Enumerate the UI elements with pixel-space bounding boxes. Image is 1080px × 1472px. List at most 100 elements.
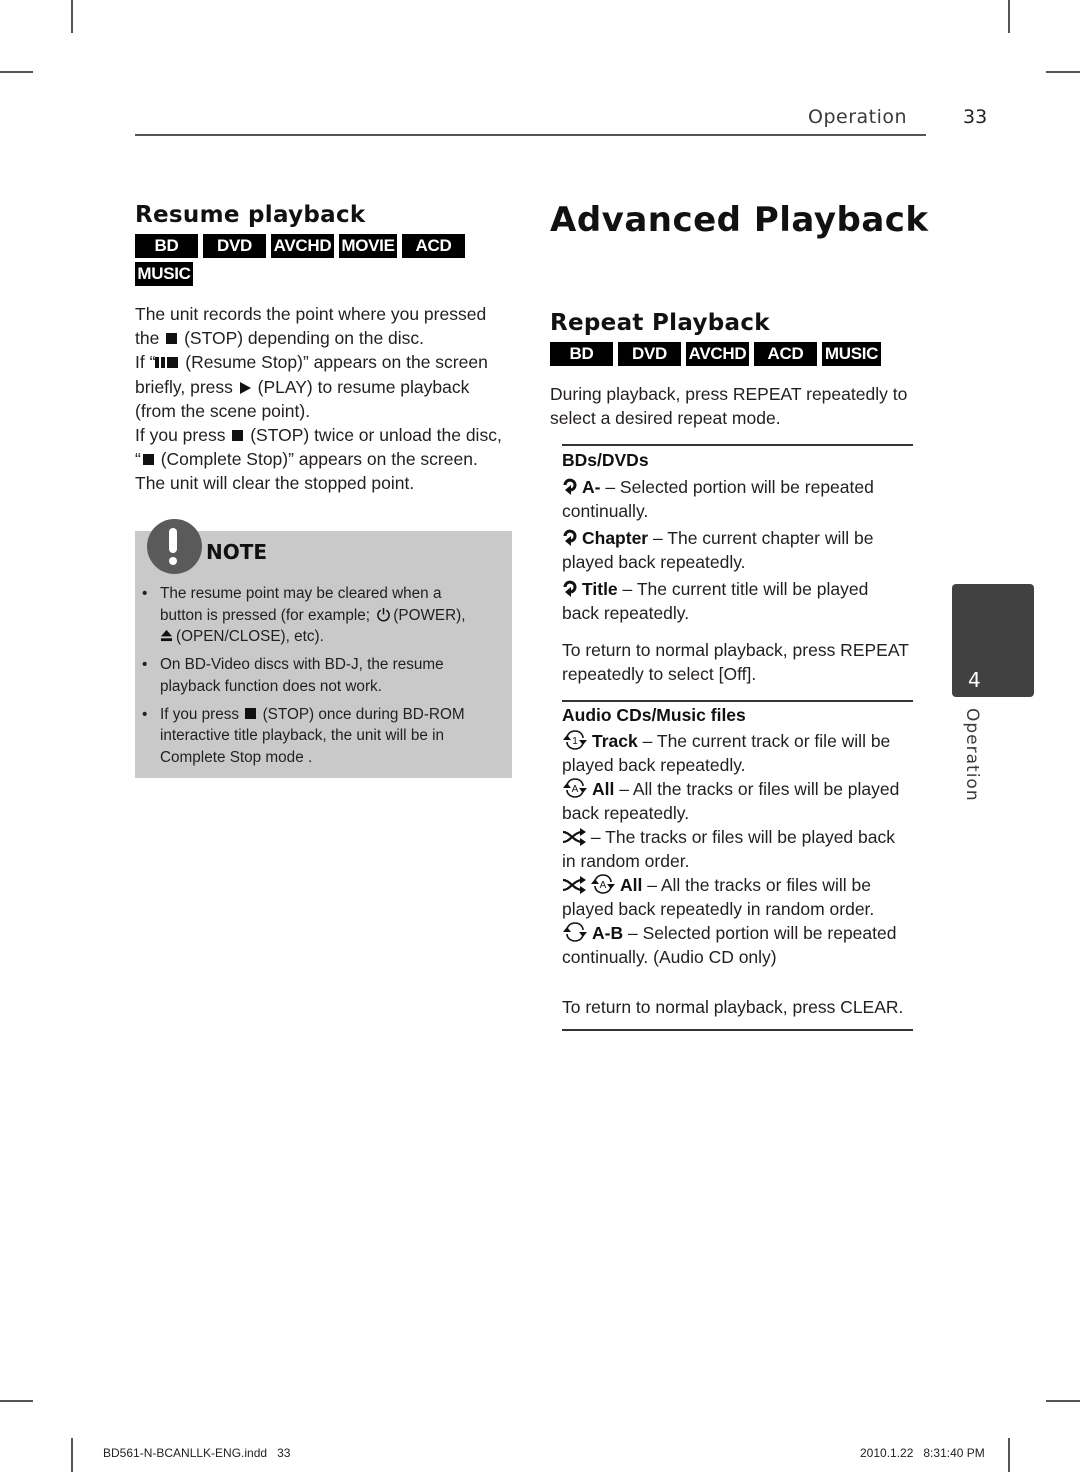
resume-playback-heading: Resume playback	[135, 202, 366, 228]
stop-icon	[232, 430, 244, 442]
text: If you press	[135, 425, 226, 446]
text-line: playback function does not work.	[160, 677, 382, 695]
text: – The current title will be played	[617, 579, 869, 599]
svg-text:A: A	[572, 784, 579, 795]
svg-text:1: 1	[572, 736, 578, 747]
repeat-one-icon: 1	[563, 730, 587, 750]
text: (Resume Stop)” appears on the screen	[185, 352, 488, 373]
return-note: To return to normal playback, press CLEA…	[562, 995, 922, 1019]
text-line: continually.	[562, 501, 649, 522]
text-line: Title – The current title will be played	[562, 577, 922, 601]
resume-stop-icon	[155, 352, 180, 372]
exclamation-icon	[169, 528, 177, 553]
repeat-icon	[563, 478, 577, 495]
section-rule	[562, 700, 913, 702]
exclamation-dot	[169, 557, 177, 565]
repeat-mode-entry: Chapter – The current chapter will be pl…	[562, 526, 922, 574]
repeat-disc-badges: BD DVD AVCHD ACD MUSIC	[550, 342, 890, 366]
mode-label: All	[620, 875, 643, 895]
mode-label: Track	[592, 731, 638, 751]
mode-label: A-B	[592, 923, 624, 943]
text-line: On BD-Video discs with BD-J, the resume	[160, 656, 444, 673]
repeat-mode-entry: Title – The current title will be played…	[562, 577, 922, 625]
repeat-mode-entry: A- – Selected portion will be repeated c…	[562, 475, 922, 523]
power-icon	[377, 607, 391, 621]
text-line: briefly, press (PLAY) to resume playback	[135, 375, 502, 399]
repeat-icon	[563, 529, 577, 546]
text: (POWER),	[393, 606, 466, 624]
text: – The tracks or files will be played bac…	[586, 827, 895, 847]
chapter-tab	[952, 584, 1034, 697]
text: – The current chapter will be	[648, 528, 874, 548]
text-line: interactive title playback, the unit wil…	[160, 727, 444, 744]
text-line: If you press (STOP) once during BD-ROM	[160, 704, 502, 726]
badge-dvd: DVD	[203, 234, 266, 258]
stop-icon	[245, 707, 257, 719]
badge-bd: BD	[135, 234, 198, 258]
mode-label: Chapter	[582, 528, 649, 548]
section-rule	[562, 444, 913, 446]
repeat-intro: During playback, press REPEAT repeatedly…	[550, 382, 907, 430]
repeat-playback-heading: Repeat Playback	[550, 310, 770, 336]
mode-label: Title	[582, 579, 618, 599]
text-line: 1 Track – The current track or file will …	[562, 729, 922, 753]
bullet: •	[142, 585, 148, 602]
badge-dvd: DVD	[618, 342, 681, 366]
bd-dvd-heading: BDs/DVDs	[562, 450, 649, 470]
mode-label: All	[592, 779, 615, 799]
badge-avchd: AVCHD	[686, 342, 749, 366]
text-line: A All – All the tracks or files will be p…	[562, 777, 922, 801]
note-item: • On BD-Video discs with BD-J, the resum…	[142, 654, 502, 697]
repeat-mode-entry: A All – All the tracks or files will be p…	[562, 873, 922, 921]
chapter-number: 4	[968, 668, 981, 692]
stop-icon	[142, 454, 154, 466]
crop-mark	[1008, 1438, 1010, 1472]
text: (Complete Stop)” appears on the screen.	[160, 449, 478, 470]
text-line: To return to normal playback, press REPE…	[562, 640, 909, 660]
play-icon	[239, 381, 251, 394]
bullet: •	[142, 705, 148, 723]
badge-acd: ACD	[402, 234, 465, 258]
badge-movie: MOVIE	[339, 234, 397, 258]
repeat-ab-icon	[563, 922, 587, 942]
text: – Selected portion will be repeated	[600, 477, 874, 497]
shuffle-icon	[562, 828, 586, 846]
text-line: continually. (Audio CD only)	[562, 947, 777, 968]
badge-acd: ACD	[754, 342, 817, 366]
text: (STOP) depending on the disc.	[184, 328, 425, 349]
text: button is pressed (for example;	[160, 606, 371, 624]
page-number: 33	[963, 106, 988, 128]
footer-timestamp: 2010.1.22 8:31:40 PM	[860, 1446, 985, 1460]
text: – The current track or file will be	[637, 731, 891, 751]
badge-bd: BD	[550, 342, 613, 366]
text-line: back repeatedly.	[562, 803, 690, 824]
text-line: played back repeatedly.	[562, 755, 746, 776]
repeat-all-icon: A	[591, 874, 615, 894]
mode-label: A-	[582, 477, 601, 497]
repeat-icon	[563, 580, 577, 597]
repeat-mode-entry: A-B – Selected portion will be repeated …	[562, 921, 922, 969]
resume-disc-badges: BD DVD AVCHD MOVIE ACD MUSIC	[135, 234, 475, 286]
text-line: repeatedly to select [Off].	[562, 664, 757, 685]
note-item: • If you press (STOP) once during BD-ROM…	[142, 704, 502, 769]
text: (STOP) once during BD-ROM	[262, 705, 465, 723]
repeat-mode-entry: A All – All the tracks or files will be p…	[562, 777, 922, 825]
text: briefly, press	[135, 376, 233, 397]
text-line: (OPEN/CLOSE), etc).	[160, 626, 502, 648]
text-line: the (STOP) depending on the disc.	[135, 326, 502, 350]
text: – All the tracks or files will be played	[614, 779, 900, 799]
repeat-mode-entry: 1 Track – The current track or file will …	[562, 729, 922, 777]
text-line: To return to normal playback, press CLEA…	[562, 997, 904, 1017]
text: (PLAY) to resume playback	[257, 376, 470, 397]
badge-avchd: AVCHD	[271, 234, 334, 258]
text-line: back repeatedly.	[562, 603, 690, 624]
crop-mark	[0, 1400, 33, 1402]
text-line: button is pressed (for example; (POWER),	[160, 605, 502, 627]
section-rule	[562, 1029, 913, 1031]
crop-mark	[71, 1438, 73, 1472]
note-item: • The resume point may be cleared when a…	[142, 583, 502, 648]
header-rule	[135, 134, 926, 136]
text: If you press	[160, 705, 240, 723]
chapter-label: Operation	[962, 708, 982, 802]
text-line: A- – Selected portion will be repeated	[562, 475, 922, 499]
